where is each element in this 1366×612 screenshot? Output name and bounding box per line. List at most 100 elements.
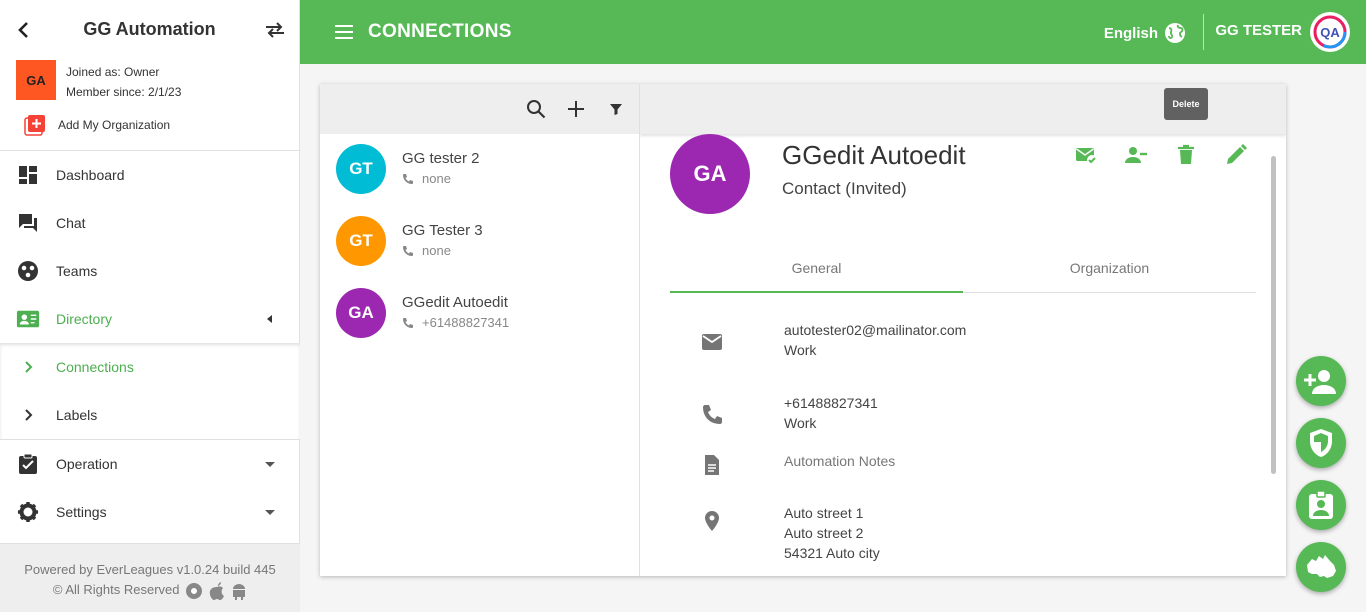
detail-role: Contact (Invited) (782, 179, 907, 198)
contact-list-item[interactable]: GT GG Tester 3 none (320, 206, 639, 278)
person-remove-icon[interactable] (1123, 142, 1149, 168)
australia-map-icon (1307, 555, 1336, 578)
email-type: Work (784, 342, 817, 358)
address-line-1: Auto street 1 (784, 505, 864, 521)
filter-icon[interactable] (604, 97, 628, 121)
caret-down-icon (265, 510, 275, 515)
android-icon[interactable] (231, 582, 247, 600)
top-app-bar: CONNECTIONS English GG TESTER QA (300, 0, 1366, 64)
add-organization-button[interactable]: Add My Organization (24, 114, 170, 136)
sidebar-item-connections[interactable]: Connections (0, 343, 300, 391)
gear-icon (16, 500, 40, 524)
language-label: English (1103, 24, 1158, 42)
address-line-2: Auto street 2 (784, 525, 864, 541)
email-icon (702, 334, 722, 350)
contact-avatar: GT (336, 216, 386, 266)
user-name[interactable]: GG TESTER (1215, 22, 1302, 39)
add-organization-label: Add My Organization (58, 118, 171, 132)
notes-value: Automation Notes (784, 453, 896, 469)
copyright-text: © All Rights Reserved (52, 582, 180, 597)
chrome-icon[interactable] (185, 582, 203, 600)
add-icon[interactable] (564, 97, 588, 121)
contact-card-button[interactable] (1296, 480, 1346, 530)
sidebar-item-label: Chat (56, 215, 86, 231)
sidebar-item-label: Directory (56, 311, 113, 327)
page-title: CONNECTIONS (368, 21, 512, 42)
contacts-icon (16, 307, 40, 331)
caret-down-icon (265, 462, 275, 467)
phone-value: +61488827341 (784, 395, 878, 411)
contact-phone: none (422, 171, 451, 186)
teams-icon (16, 259, 40, 283)
security-button[interactable] (1296, 418, 1346, 468)
location-pin-icon (705, 511, 719, 531)
org-info: Joined as: Owner Member since: 2/1/23 (66, 62, 181, 102)
add-person-button[interactable] (1296, 356, 1346, 406)
member-since-text: Member since: 2/1/23 (66, 85, 182, 99)
sidebar-header: GG Automation GA Joined as: Owner Member… (0, 0, 299, 150)
joined-as-text: Joined as: Owner (66, 65, 160, 79)
map-button[interactable] (1296, 542, 1346, 592)
sidebar-item-label: Connections (56, 359, 134, 375)
caret-left-icon (267, 315, 272, 323)
contact-phone: none (422, 243, 451, 258)
dashboard-icon (16, 163, 40, 187)
contact-detail-pane: Delete GA GGedit Autoedit Contact (Invit… (640, 84, 1286, 576)
divider (1203, 14, 1204, 50)
sidebar: GG Automation GA Joined as: Owner Member… (0, 0, 300, 612)
mark-email-read-icon[interactable] (1073, 142, 1099, 168)
delete-tooltip: Delete (1164, 88, 1208, 120)
sidebar-item-operation[interactable]: Operation (0, 440, 300, 488)
user-avatar[interactable]: QA (1310, 12, 1350, 52)
contact-name: GG tester 2 (402, 150, 480, 167)
contact-phone: +61488827341 (422, 315, 510, 330)
phone-icon (403, 173, 413, 184)
connections-card: GT GG tester 2 none GT GG Tester 3 none … (320, 84, 1286, 576)
contact-avatar: GA (336, 288, 386, 338)
address-line-3: 54321 Auto city (784, 545, 880, 561)
chat-icon (16, 211, 40, 235)
edit-icon[interactable] (1223, 142, 1249, 168)
directory-submenu: Connections Labels (0, 343, 300, 440)
tab-organization[interactable]: Organization (963, 250, 1256, 292)
scrollbar[interactable] (1271, 156, 1276, 474)
contact-name: GGedit Autoedit (402, 294, 508, 311)
chevron-right-icon (16, 403, 40, 427)
add-box-icon (24, 115, 45, 136)
sidebar-menu: Dashboard Chat Teams Directory Connectio… (0, 150, 300, 536)
powered-by-text: Powered by EverLeagues v1.0.24 build 445 (24, 562, 276, 577)
detail-avatar: GA (670, 134, 750, 214)
contact-list-item[interactable]: GA GGedit Autoedit +61488827341 (320, 278, 639, 350)
globe-icon (1165, 23, 1185, 43)
detail-tabs: General Organization (670, 250, 1256, 293)
contact-avatar: GT (336, 144, 386, 194)
phone-icon (703, 405, 722, 424)
sidebar-item-label: Labels (56, 407, 98, 423)
search-icon[interactable] (524, 97, 548, 121)
list-toolbar (320, 84, 639, 134)
sidebar-item-directory[interactable]: Directory (0, 295, 300, 343)
contact-list-pane: GT GG tester 2 none GT GG Tester 3 none … (320, 84, 640, 576)
sidebar-item-label: Settings (56, 504, 107, 520)
swap-icon[interactable] (263, 18, 287, 42)
sidebar-item-dashboard[interactable]: Dashboard (0, 151, 300, 199)
language-selector[interactable]: English (1104, 22, 1186, 44)
org-badge: GA (16, 60, 56, 100)
email-value: autotester02@mailinator.com (784, 322, 967, 338)
chevron-right-icon (16, 355, 40, 379)
sidebar-item-settings[interactable]: Settings (0, 488, 300, 536)
sidebar-item-chat[interactable]: Chat (0, 199, 300, 247)
apple-icon[interactable] (209, 581, 225, 600)
phone-type: Work (784, 415, 817, 431)
detail-name: GGedit Autoedit (782, 140, 966, 170)
menu-icon[interactable] (332, 20, 356, 44)
sidebar-item-label: Teams (56, 263, 98, 279)
document-icon (705, 455, 719, 475)
user-avatar-text: QA (1320, 25, 1340, 40)
detail-toolbar: Delete (640, 84, 1286, 134)
sidebar-item-teams[interactable]: Teams (0, 247, 300, 295)
delete-icon[interactable] (1173, 142, 1199, 168)
tab-general[interactable]: General (670, 250, 963, 293)
contact-list-item[interactable]: GT GG tester 2 none (320, 134, 639, 206)
sidebar-item-labels[interactable]: Labels (0, 391, 300, 439)
